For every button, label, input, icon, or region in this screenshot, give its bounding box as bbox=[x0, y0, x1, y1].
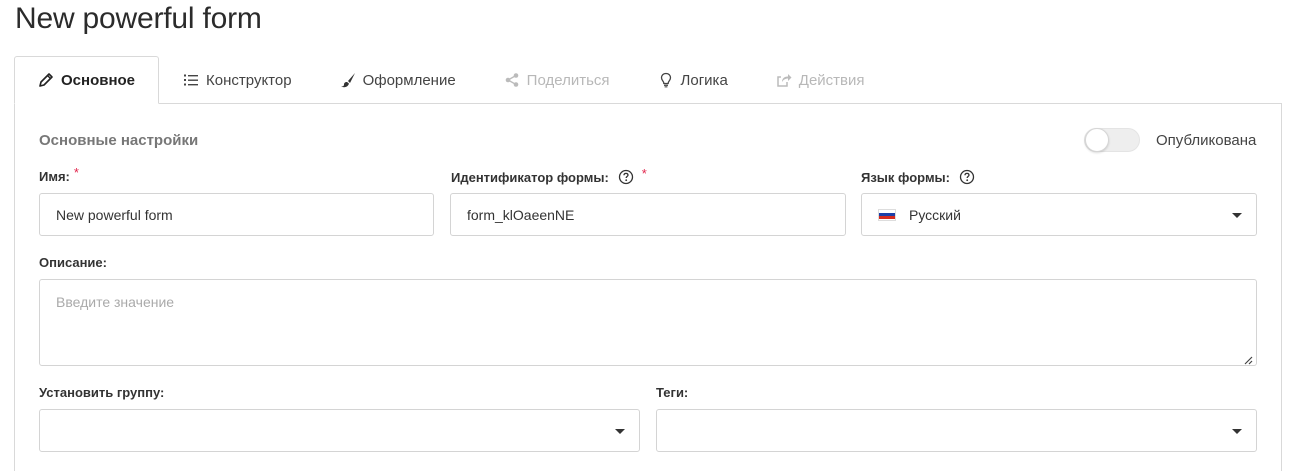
tab-label: Действия bbox=[798, 71, 865, 89]
tab-main[interactable]: Основное bbox=[14, 56, 160, 104]
page-title: New powerful form bbox=[15, 2, 262, 35]
help-icon[interactable] bbox=[959, 169, 975, 185]
list-icon bbox=[183, 72, 199, 88]
description-textarea[interactable]: Введите значение bbox=[39, 279, 1257, 366]
tab-actions[interactable]: Действия bbox=[752, 56, 889, 104]
required-mark: * bbox=[641, 165, 647, 181]
name-label: Имя: * bbox=[39, 165, 79, 184]
resize-handle-icon[interactable] bbox=[1243, 352, 1253, 365]
tags-label: Теги: bbox=[656, 385, 688, 400]
published-label: Опубликована bbox=[1156, 132, 1257, 149]
language-select[interactable]: Русский bbox=[861, 193, 1257, 236]
language-label: Язык формы: bbox=[861, 169, 975, 185]
chevron-down-icon bbox=[615, 429, 625, 434]
description-label-text: Описание: bbox=[39, 255, 107, 270]
required-mark: * bbox=[73, 165, 79, 180]
group-select[interactable] bbox=[39, 409, 640, 452]
settings-panel: Основные настройки Опубликована Имя: * N… bbox=[14, 103, 1282, 471]
tab-share[interactable]: Поделиться bbox=[480, 56, 634, 104]
language-select-value: Русский bbox=[909, 206, 961, 223]
form-id-input-value: form_klOaeenNE bbox=[467, 206, 575, 223]
external-link-icon bbox=[776, 72, 792, 88]
tab-label: Конструктор bbox=[206, 71, 292, 89]
published-toggle[interactable] bbox=[1084, 128, 1140, 152]
tab-label: Поделиться bbox=[526, 71, 610, 89]
section-title: Основные настройки bbox=[39, 132, 199, 149]
chevron-down-icon bbox=[1232, 213, 1242, 218]
tab-constructor[interactable]: Конструктор bbox=[159, 56, 316, 104]
language-label-text: Язык формы: bbox=[861, 169, 950, 185]
tags-label-text: Теги: bbox=[656, 385, 689, 400]
russia-flag-icon bbox=[878, 208, 896, 221]
description-label: Описание: bbox=[39, 255, 107, 270]
pencil-icon bbox=[38, 72, 54, 88]
tab-label: Логика bbox=[680, 71, 728, 89]
chevron-down-icon bbox=[1232, 429, 1242, 434]
lightbulb-icon bbox=[658, 72, 674, 88]
toggle-knob bbox=[1085, 128, 1109, 152]
name-input-value: New powerful form bbox=[56, 206, 173, 223]
group-label: Установить группу: bbox=[39, 385, 164, 400]
form-id-input[interactable]: form_klOaeenNE bbox=[450, 193, 846, 236]
help-icon[interactable] bbox=[618, 169, 634, 185]
form-id-label: Идентификатор формы: * bbox=[451, 165, 647, 185]
name-input[interactable]: New powerful form bbox=[39, 193, 434, 236]
description-placeholder: Введите значение bbox=[56, 294, 175, 310]
name-label-text: Имя: bbox=[39, 169, 70, 184]
tags-select[interactable] bbox=[656, 409, 1257, 452]
form-id-label-text: Идентификатор формы: bbox=[451, 169, 609, 185]
share-icon bbox=[504, 72, 520, 88]
tab-design[interactable]: Оформление bbox=[316, 56, 480, 104]
group-label-text: Установить группу: bbox=[39, 385, 165, 400]
tab-label: Основное bbox=[61, 71, 136, 89]
brush-icon bbox=[340, 72, 356, 88]
tab-logic[interactable]: Логика bbox=[634, 56, 752, 104]
tab-bar: Основное Конструктор Оформление Поделить… bbox=[14, 56, 889, 104]
tab-label: Оформление bbox=[362, 71, 456, 89]
